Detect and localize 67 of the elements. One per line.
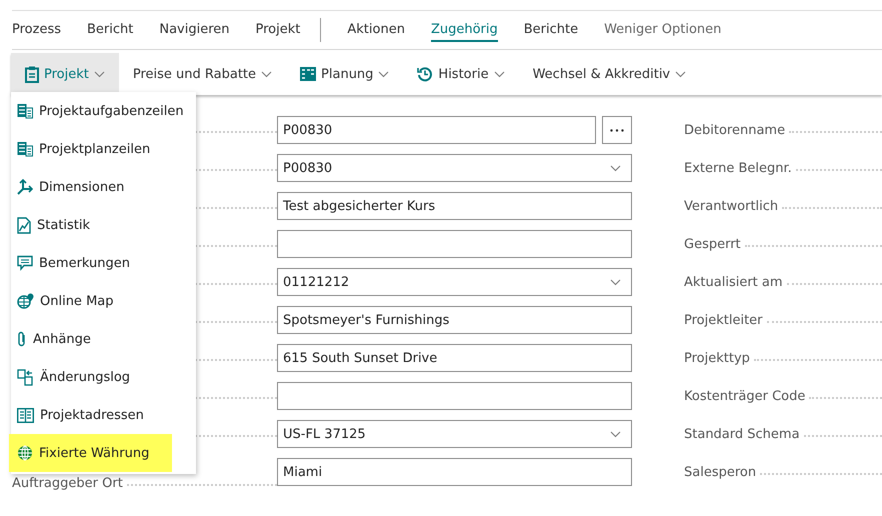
history-icon (417, 66, 434, 82)
menu-item[interactable]: Änderungslog (11, 358, 196, 396)
field-label: Projektleiter (684, 312, 763, 328)
tab[interactable]: Projekt (256, 18, 300, 42)
field-label: Standard Schema (684, 426, 800, 442)
chevron-down-icon (94, 70, 105, 78)
input-field[interactable]: Spotsmeyer's Furnishings (277, 306, 632, 334)
input-field[interactable]: Test abgesicherter Kurs (277, 192, 632, 220)
input-field[interactable] (277, 230, 632, 258)
ellipsis-icon (610, 128, 624, 132)
comment-icon (17, 255, 33, 271)
globe-icon (17, 445, 33, 461)
chart-document-icon (17, 216, 31, 234)
tab[interactable]: Bericht (87, 18, 134, 42)
field-label: Debitorenname (684, 122, 786, 138)
input-field[interactable] (277, 382, 632, 410)
field-label: Kostenträger Code (684, 388, 806, 404)
table-document-icon (17, 141, 33, 157)
toggle-link[interactable]: Weniger Optionen (604, 18, 722, 42)
paperclip-icon (17, 330, 27, 348)
tab[interactable]: Navigieren (159, 18, 230, 42)
tab[interactable]: Prozess (12, 18, 61, 42)
chevron-down-icon (675, 70, 686, 78)
chevron-down-icon (378, 70, 390, 78)
menu-item[interactable]: Anhänge (11, 320, 196, 358)
menu-item[interactable]: Dimensionen (11, 168, 196, 206)
field-label: Projekttyp (684, 350, 750, 366)
input-field[interactable]: Miami (277, 458, 632, 486)
tab[interactable]: Aktionen (347, 18, 405, 42)
field-label: Aktualisiert am (684, 274, 783, 290)
field-label: Auftraggeber Ort (12, 476, 123, 491)
menu-item[interactable]: Bemerkungen (11, 244, 196, 282)
book-icon (17, 408, 34, 422)
field-label: Gesperrt (684, 236, 741, 252)
menu-item[interactable]: Projektaufgabenzeilen (11, 92, 196, 130)
input-field[interactable]: 615 South Sunset Drive (277, 344, 632, 372)
menu-item[interactable]: Projektplanzeilen (11, 130, 196, 168)
table-document-icon (17, 103, 33, 119)
chevron-down-icon (610, 164, 621, 172)
tab[interactable]: Zugehörig (430, 18, 498, 42)
menu-item[interactable]: Statistik (11, 206, 196, 244)
dropdown-field[interactable]: US-FL 37125 (277, 420, 632, 448)
input-field[interactable]: P00830 (277, 116, 596, 144)
more-options-button[interactable] (602, 116, 632, 144)
globe-pin-icon (17, 293, 34, 309)
chevron-down-icon (494, 70, 505, 78)
axes-icon (17, 179, 33, 195)
dropdown-field[interactable]: P00830 (277, 154, 632, 182)
menu-item[interactable]: Online Map (11, 282, 196, 320)
field-label: Salesperon (684, 464, 756, 480)
grid-icon (300, 67, 316, 81)
chevron-down-icon (610, 430, 621, 438)
action-menu-button[interactable]: Projekt (11, 53, 119, 95)
menu-item[interactable]: Fixierte Währung (9, 434, 172, 472)
action-menu-button[interactable]: Planung (286, 53, 404, 95)
dropdown-field[interactable]: 01121212 (277, 268, 632, 296)
tab[interactable]: Berichte (524, 18, 578, 42)
clipboard-icon (25, 66, 39, 82)
menu-item[interactable]: Projektadressen (11, 396, 196, 434)
action-menu-button[interactable]: Historie (403, 53, 519, 95)
action-menu-button[interactable]: Preise und Rabatte (118, 53, 286, 95)
chevron-down-icon (610, 278, 621, 286)
document-swap-icon (17, 368, 34, 386)
field-label: Verantwortlich (684, 198, 778, 214)
chevron-down-icon (261, 70, 272, 78)
action-menu-button[interactable]: Wechsel & Akkreditiv (518, 53, 700, 95)
field-label: Externe Belegnr. (684, 160, 792, 176)
